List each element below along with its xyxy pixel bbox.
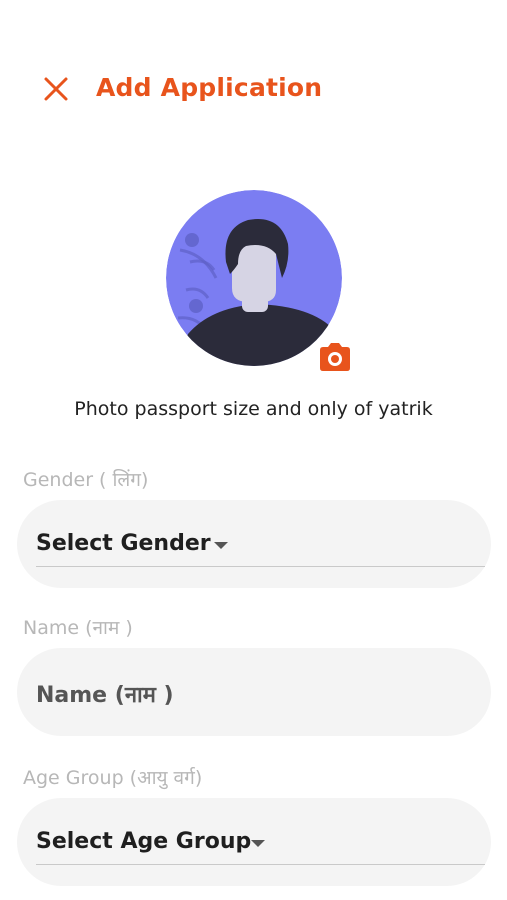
caret-down-icon bbox=[251, 840, 265, 847]
app-header: Add Application bbox=[0, 60, 507, 120]
close-icon bbox=[44, 77, 68, 101]
camera-button[interactable] bbox=[318, 342, 352, 372]
gender-value: Select Gender bbox=[36, 531, 211, 556]
close-button[interactable] bbox=[40, 73, 72, 105]
age-group-value: Select Age Group bbox=[36, 829, 252, 854]
camera-icon bbox=[320, 343, 350, 371]
gender-dropdown[interactable]: Select Gender bbox=[17, 500, 491, 588]
name-placeholder: Name (नाम ) bbox=[36, 683, 174, 708]
age-group-label: Age Group (आयु वर्ग) bbox=[23, 767, 203, 789]
name-label: Name (नाम ) bbox=[23, 617, 133, 639]
age-group-underline bbox=[36, 864, 485, 865]
photo-upload[interactable] bbox=[166, 190, 350, 371]
gender-label: Gender ( लिंग) bbox=[23, 469, 149, 491]
page-title: Add Application bbox=[96, 73, 323, 102]
person-avatar-illustration bbox=[166, 190, 342, 366]
caret-down-icon bbox=[214, 542, 228, 549]
photo-hint-text: Photo passport size and only of yatrik bbox=[74, 398, 433, 420]
name-input[interactable]: Name (नाम ) bbox=[17, 648, 491, 736]
age-group-dropdown[interactable]: Select Age Group bbox=[17, 798, 491, 886]
gender-underline bbox=[36, 566, 485, 567]
